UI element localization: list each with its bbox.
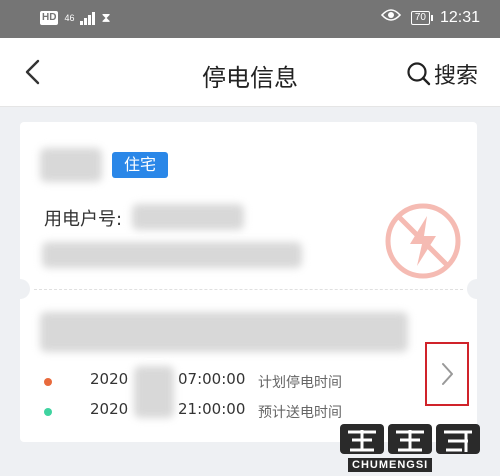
search-button[interactable]: 搜索 bbox=[406, 58, 478, 90]
schedule-year: 2020 bbox=[90, 400, 129, 418]
schedule-time: 07:00:00 bbox=[178, 370, 246, 388]
schedule-year: 2020 bbox=[90, 370, 129, 388]
battery-icon: 70 bbox=[410, 10, 434, 25]
details-button[interactable] bbox=[425, 342, 469, 406]
blurred-address bbox=[42, 242, 302, 268]
watermark-text: CHUMENGSI bbox=[348, 458, 433, 472]
chevron-right-icon bbox=[442, 363, 453, 385]
blurred-account-number bbox=[132, 204, 244, 230]
blurred-dates bbox=[134, 366, 174, 418]
clock: 12:31 bbox=[439, 8, 480, 26]
no-power-icon bbox=[385, 203, 461, 279]
search-icon bbox=[407, 62, 431, 86]
schedule-dot-start bbox=[44, 378, 52, 386]
network-type: 46 bbox=[64, 13, 75, 23]
hourglass-icon: ⧗ bbox=[101, 10, 111, 25]
schedule-time: 21:00:00 bbox=[178, 400, 246, 418]
blurred-outage-area bbox=[40, 312, 408, 352]
residence-tag: 住宅 bbox=[112, 152, 169, 178]
card-divider bbox=[34, 289, 463, 290]
schedule-label: 计划停电时间 bbox=[258, 375, 342, 391]
outage-card[interactable]: 住宅 用电户号: 2020 07:00:00 计划停电时间 2020 21:00… bbox=[10, 122, 487, 442]
status-left: HD 46 ⧗ bbox=[40, 10, 111, 26]
card-notch-right bbox=[467, 279, 487, 299]
account-number-label: 用电户号: bbox=[44, 209, 123, 230]
blurred-name bbox=[40, 148, 102, 182]
watermark: CHUMENGSI bbox=[330, 418, 495, 474]
schedule-dot-end bbox=[44, 408, 52, 416]
hd-badge: HD bbox=[40, 11, 59, 25]
watermark-logo bbox=[338, 420, 488, 456]
search-label: 搜索 bbox=[433, 64, 478, 89]
status-bar: HD 46 ⧗ 70 12:31 bbox=[0, 0, 500, 38]
eye-icon bbox=[380, 8, 401, 27]
signal-icon bbox=[80, 11, 96, 25]
nav-bar: 停电信息 搜索 bbox=[0, 38, 500, 107]
status-right: 70 12:31 bbox=[380, 8, 480, 27]
card-notch-left bbox=[10, 279, 30, 299]
